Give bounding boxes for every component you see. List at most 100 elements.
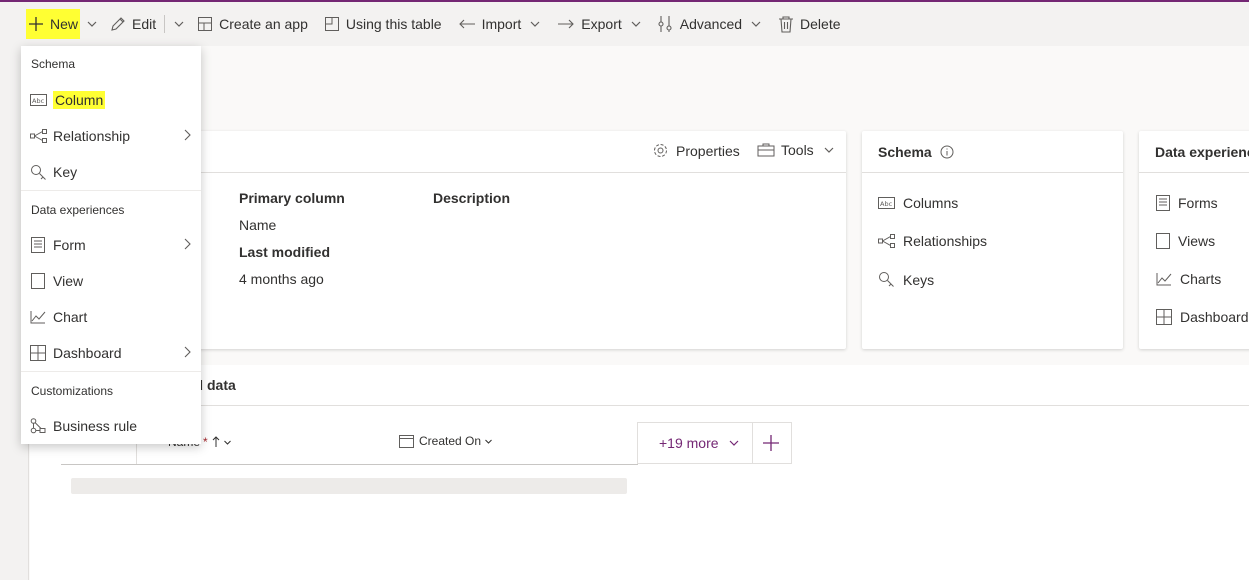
menu-item-form[interactable]: Form bbox=[21, 227, 201, 263]
data-experiences-card: Data experienc Forms Views Charts Dashbo… bbox=[1139, 131, 1249, 349]
tools-label: Tools bbox=[781, 142, 814, 158]
import-label: Import bbox=[481, 16, 522, 32]
schema-columns-link[interactable]: Abc Columns bbox=[878, 195, 958, 211]
required-marker: * bbox=[203, 435, 208, 449]
chevron-down-icon bbox=[223, 440, 231, 445]
import-button[interactable]: Import bbox=[452, 9, 548, 39]
data-exp-card-title: Data experienc bbox=[1155, 143, 1249, 160]
menu-item-key[interactable]: Key bbox=[21, 154, 201, 190]
schema-keys-link[interactable]: Keys bbox=[878, 271, 934, 288]
primary-column-value: Name bbox=[239, 217, 277, 233]
new-chevron-button[interactable] bbox=[80, 9, 104, 39]
edit-chevron-button[interactable] bbox=[167, 9, 191, 39]
menu-item-relationship[interactable]: Relationship bbox=[21, 118, 201, 154]
table-usage-icon bbox=[324, 17, 339, 31]
data-exp-item-label: Forms bbox=[1178, 195, 1218, 211]
card-header: Data experienc bbox=[1139, 131, 1249, 173]
data-exp-dashboards-link[interactable]: Dashboards bbox=[1156, 309, 1249, 325]
properties-button[interactable]: Properties bbox=[652, 142, 740, 159]
divider bbox=[164, 15, 166, 33]
command-bar: New Edit Create an app Using this table … bbox=[0, 2, 1249, 46]
primary-column-label: Primary column bbox=[239, 190, 345, 206]
import-arrow-icon bbox=[458, 19, 475, 29]
loading-shimmer-row bbox=[71, 478, 627, 494]
schema-card-title: Schema bbox=[878, 143, 932, 160]
menu-item-key-label: Key bbox=[53, 164, 78, 180]
tools-button[interactable]: Tools bbox=[757, 142, 835, 158]
column-abc-icon: Abc bbox=[878, 197, 895, 209]
info-icon[interactable] bbox=[940, 145, 954, 159]
delete-button[interactable]: Delete bbox=[772, 9, 846, 39]
data-exp-views-link[interactable]: Views bbox=[1156, 233, 1215, 249]
chevron-down-icon bbox=[824, 147, 834, 153]
menu-item-relationship-label: Relationship bbox=[53, 128, 131, 144]
key-icon bbox=[30, 164, 46, 180]
column-abc-icon: Abc bbox=[29, 94, 47, 106]
menu-divider bbox=[21, 190, 201, 191]
menu-item-view[interactable]: View bbox=[21, 263, 201, 299]
export-label: Export bbox=[581, 16, 622, 32]
export-button[interactable]: Export bbox=[551, 9, 647, 39]
data-exp-item-label: Views bbox=[1178, 233, 1216, 249]
chevron-down-icon bbox=[751, 21, 761, 27]
create-app-button[interactable]: Create an app bbox=[191, 9, 314, 39]
data-exp-item-label: Charts bbox=[1180, 271, 1222, 287]
schema-relationships-link[interactable]: Relationships bbox=[878, 233, 987, 249]
chevron-down-icon bbox=[530, 21, 540, 27]
add-column-button[interactable] bbox=[762, 434, 780, 455]
menu-section-schema: Schema bbox=[31, 57, 76, 71]
menu-section-customizations: Customizations bbox=[31, 384, 114, 398]
form-icon bbox=[31, 237, 45, 253]
gear-icon bbox=[654, 144, 667, 157]
relationship-icon bbox=[29, 129, 47, 143]
schema-item-label: Relationships bbox=[903, 233, 988, 249]
menu-item-business-rule-label: Business rule bbox=[53, 418, 138, 434]
properties-label: Properties bbox=[676, 142, 740, 159]
card-header: Schema bbox=[862, 131, 1123, 173]
menu-item-column-label: Column bbox=[53, 91, 106, 109]
column-created-label: Created On bbox=[419, 434, 482, 448]
chart-icon bbox=[30, 311, 46, 324]
svg-text:Abc: Abc bbox=[32, 97, 45, 105]
trash-icon bbox=[779, 16, 794, 33]
edit-button[interactable]: Edit bbox=[104, 9, 162, 39]
grid-header-divider bbox=[30, 405, 1249, 406]
chevron-right-icon bbox=[184, 346, 191, 358]
calendar-icon bbox=[399, 435, 414, 448]
description-label: Description bbox=[433, 190, 511, 206]
chevron-down-icon bbox=[631, 21, 641, 27]
new-dropdown-menu: Schema Abc Column Relationship Key Data … bbox=[21, 46, 201, 444]
menu-item-column[interactable]: Abc Column bbox=[21, 82, 201, 118]
menu-item-dashboard[interactable]: Dashboard bbox=[21, 335, 201, 371]
chevron-down-icon bbox=[174, 21, 184, 27]
using-table-label: Using this table bbox=[345, 16, 442, 32]
delete-label: Delete bbox=[800, 16, 841, 32]
menu-item-chart[interactable]: Chart bbox=[21, 299, 201, 335]
dashboard-icon bbox=[30, 345, 46, 361]
toolbox-icon bbox=[757, 143, 775, 157]
menu-item-chart-label: Chart bbox=[53, 309, 88, 325]
sort-ascending-icon bbox=[212, 436, 220, 447]
column-header-created-on[interactable]: Created On bbox=[399, 434, 493, 448]
advanced-label: Advanced bbox=[679, 16, 743, 32]
data-exp-charts-link[interactable]: Charts bbox=[1156, 271, 1221, 287]
data-grid-panel: nd data Name * Created On +19 more bbox=[30, 365, 1249, 580]
relationship-icon bbox=[878, 234, 895, 248]
view-icon bbox=[1156, 233, 1170, 249]
using-table-button[interactable]: Using this table bbox=[318, 9, 448, 39]
menu-item-business-rule[interactable]: Business rule bbox=[21, 408, 201, 444]
new-label: New bbox=[50, 16, 79, 32]
data-exp-forms-link[interactable]: Forms bbox=[1156, 195, 1218, 211]
form-icon bbox=[1156, 195, 1170, 211]
schema-item-label: Keys bbox=[903, 271, 935, 288]
schema-card: Schema Abc Columns Relationships Keys bbox=[862, 131, 1123, 349]
data-exp-item-label: Dashboards bbox=[1180, 309, 1249, 325]
new-button[interactable]: New bbox=[26, 9, 81, 39]
menu-section-data-experiences: Data experiences bbox=[31, 203, 125, 217]
advanced-button[interactable]: Advanced bbox=[652, 9, 768, 39]
more-columns-button[interactable]: +19 more bbox=[659, 435, 740, 451]
chevron-down-icon bbox=[87, 21, 97, 27]
edit-label: Edit bbox=[132, 16, 157, 32]
schema-item-label: Columns bbox=[903, 195, 959, 211]
last-modified-value: 4 months ago bbox=[239, 271, 324, 287]
